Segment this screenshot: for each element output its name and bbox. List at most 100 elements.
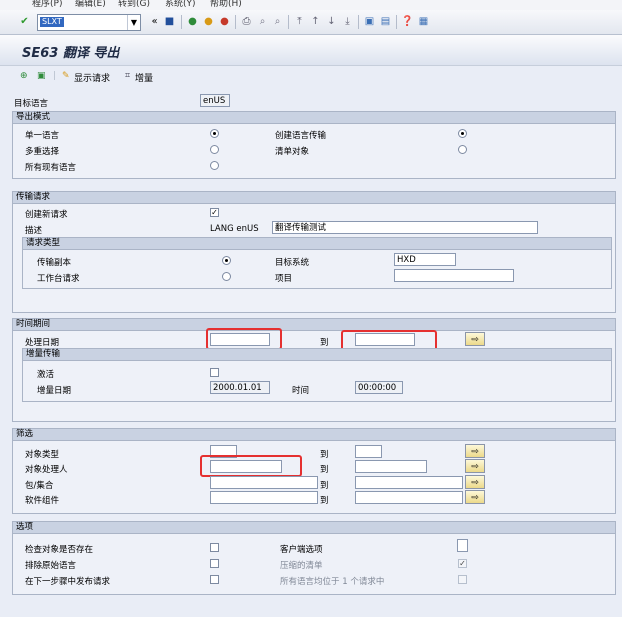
object-processor-to-field[interactable] (355, 460, 427, 473)
create-transport-radio[interactable] (458, 129, 467, 138)
exclude-original-checkbox[interactable] (210, 559, 219, 568)
help-icon[interactable]: ❓ (401, 15, 414, 28)
description-field[interactable]: 翻译传输测试 (272, 221, 538, 234)
all-languages-one-request-checkbox[interactable] (458, 575, 467, 584)
software-component-to-field[interactable] (355, 491, 463, 504)
project-field[interactable] (394, 269, 514, 282)
single-language-radio[interactable] (210, 129, 219, 138)
next-page-icon[interactable]: ↓ (325, 15, 338, 28)
command-field[interactable]: SLXT ▼ (37, 14, 141, 31)
command-field-value[interactable]: SLXT (40, 17, 64, 27)
exit-icon[interactable]: ● (202, 15, 215, 28)
target-system-label: 目标系统 (275, 258, 310, 268)
target-system-field[interactable]: HXD (394, 253, 456, 266)
highlight-box (200, 455, 302, 477)
incremental-date-field[interactable]: 2000.01.01 (210, 381, 270, 394)
save-icon[interactable]: ■ (163, 15, 176, 28)
shortcut-icon[interactable]: ▤ (379, 15, 392, 28)
target-language-label: 目标语言 (14, 99, 49, 109)
check-object-exists-checkbox[interactable] (210, 543, 219, 552)
release-next-step-checkbox[interactable] (210, 575, 219, 584)
activate-label: 激活 (37, 370, 55, 380)
incremental-transport-group: 增量传输 (22, 348, 612, 402)
find-next-icon[interactable]: ⌕ (271, 15, 284, 28)
software-component-label: 软件组件 (25, 496, 60, 506)
menu-edit[interactable]: 编辑(E) (75, 0, 106, 9)
show-request-button[interactable]: 显示请求 (74, 71, 110, 84)
request-icon[interactable]: ✎ (62, 71, 70, 81)
activate-checkbox[interactable] (210, 368, 219, 377)
multiple-selection-icon[interactable]: ⇨ (465, 332, 485, 346)
page-title: SE63 翻译 导出 (22, 46, 120, 61)
release-next-step-label: 在下一步骤中发布请求 (25, 577, 111, 587)
target-language-field[interactable]: enUS (200, 94, 230, 107)
to-label: 到 (320, 338, 329, 348)
software-component-from-field[interactable] (210, 491, 318, 504)
menu-program[interactable]: 程序(P) (32, 0, 62, 9)
create-new-request-label: 创建新请求 (25, 210, 68, 220)
description-label: 描述 (25, 226, 43, 236)
execute-icon[interactable]: ⊕ (20, 71, 28, 81)
find-icon[interactable]: ⌕ (256, 15, 269, 28)
toolbar-divider (235, 15, 236, 29)
previous-page-icon[interactable]: ↑ (309, 15, 322, 28)
multiple-selection-icon[interactable]: ⇨ (465, 444, 485, 458)
compressed-list-label: 压缩的清单 (280, 561, 323, 571)
list-objects-label: 清单对象 (275, 147, 310, 157)
time-field[interactable]: 00:00:00 (355, 381, 403, 394)
menu-system[interactable]: 系统(Y) (165, 0, 196, 9)
last-page-icon[interactable]: ⤓ (341, 15, 354, 28)
toolbar-divider (288, 15, 289, 29)
menu-bar: 程序(P) 编辑(E) 转到(G) 系统(Y) 帮助(H) (0, 0, 622, 10)
compressed-list-checkbox[interactable]: ✓ (458, 559, 467, 568)
highlight-box (206, 328, 282, 350)
print-icon[interactable]: ⎙ (240, 15, 253, 28)
enter-icon[interactable]: ✔ (18, 15, 31, 28)
layout-menu-icon[interactable]: ▦ (417, 15, 430, 28)
back-icon[interactable]: ● (186, 15, 199, 28)
object-type-to-field[interactable] (355, 445, 382, 458)
multi-select-radio[interactable] (210, 145, 219, 154)
check-object-exists-label: 检查对象是否存在 (25, 545, 94, 555)
first-page-icon[interactable]: ⤒ (293, 15, 306, 28)
group-header: 选项 (13, 522, 615, 534)
transport-copy-label: 传输副本 (37, 258, 72, 268)
group-header: 时间期间 (13, 319, 615, 331)
client-option-field[interactable] (457, 539, 468, 552)
menu-help[interactable]: 帮助(H) (210, 0, 242, 9)
project-label: 项目 (275, 274, 293, 284)
toolbar-divider (358, 15, 359, 29)
request-type-group: 请求类型 (22, 237, 612, 289)
transport-copy-radio[interactable] (222, 256, 231, 265)
to-label: 到 (320, 481, 329, 491)
object-processor-label: 对象处理人 (25, 465, 68, 475)
list-objects-radio[interactable] (458, 145, 467, 154)
menu-goto[interactable]: 转到(G) (118, 0, 150, 9)
package-from-field[interactable] (210, 476, 318, 489)
group-header: 传输请求 (13, 192, 615, 204)
system-toolbar: ✔ SLXT ▼ « ■ ● ● ● ⎙ ⌕ ⌕ ⤒ ↑ ↓ ⤓ ▣ ▤ ❓ ▦ (0, 10, 622, 35)
client-option-label: 客户端选项 (280, 545, 323, 555)
multi-select-label: 多重选择 (25, 147, 60, 157)
create-new-request-checkbox[interactable]: ✓ (210, 208, 219, 217)
incremental-icon[interactable]: ⌗ (125, 71, 130, 81)
background-icon[interactable]: ▣ (37, 71, 46, 81)
title-bar: SE63 翻译 导出 (0, 35, 622, 66)
multiple-selection-icon[interactable]: ⇨ (465, 459, 485, 473)
multiple-selection-icon[interactable]: ⇨ (465, 475, 485, 489)
toolbar-divider (396, 15, 397, 29)
workbench-request-radio[interactable] (222, 272, 231, 281)
group-header: 导出模式 (13, 112, 615, 124)
all-languages-radio[interactable] (210, 161, 219, 170)
workbench-request-label: 工作台请求 (37, 274, 80, 284)
cancel-icon[interactable]: ● (218, 15, 231, 28)
chevron-down-icon[interactable]: ▼ (127, 15, 140, 30)
double-chevron-left-icon[interactable]: « (148, 15, 161, 28)
package-to-field[interactable] (355, 476, 463, 489)
incremental-button[interactable]: 增量 (135, 71, 153, 84)
multiple-selection-icon[interactable]: ⇨ (465, 490, 485, 504)
new-session-icon[interactable]: ▣ (363, 15, 376, 28)
time-label: 时间 (292, 386, 310, 396)
incremental-date-label: 增量日期 (37, 386, 72, 396)
to-label: 到 (320, 496, 329, 506)
